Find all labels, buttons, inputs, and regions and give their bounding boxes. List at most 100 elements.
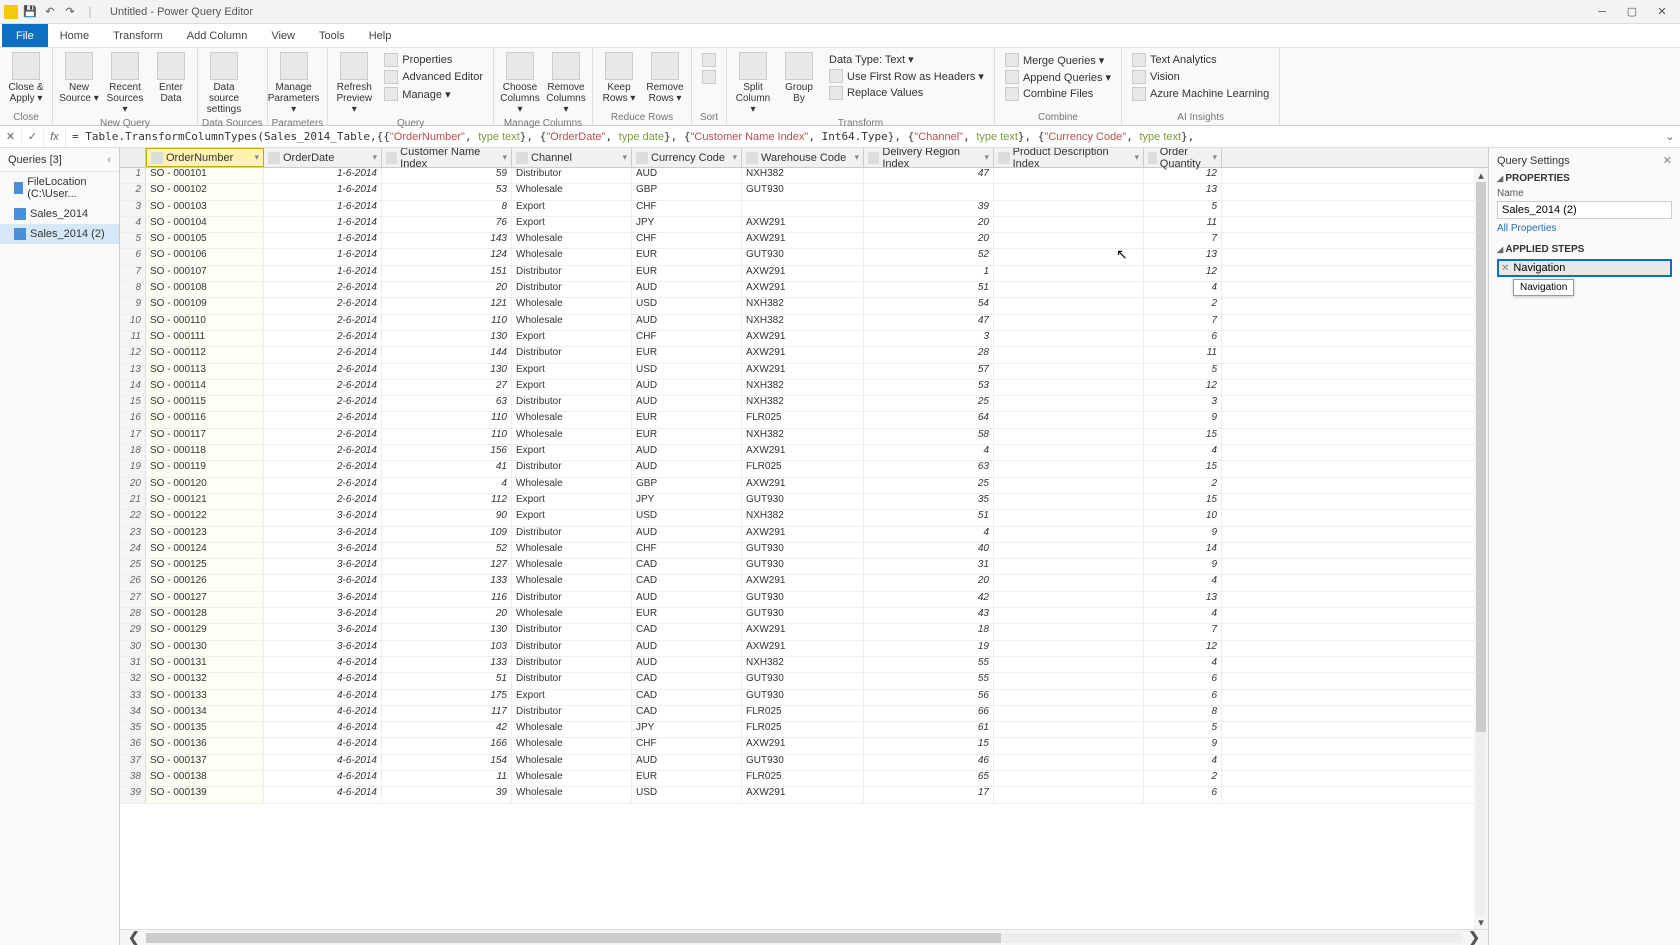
cell[interactable]: 12 <box>1144 168 1222 183</box>
formula-expand-icon[interactable]: ⌄ <box>1660 130 1680 143</box>
horizontal-scroll-thumb[interactable] <box>146 933 1002 943</box>
row-index[interactable]: 36 <box>120 738 146 753</box>
cell[interactable]: AUD <box>632 282 742 297</box>
cell[interactable]: AXW291 <box>742 347 864 362</box>
cell[interactable]: 133 <box>382 657 512 672</box>
cell[interactable]: CHF <box>632 331 742 346</box>
column-header[interactable]: Channel▾ <box>512 148 632 167</box>
cell[interactable]: SO - 000103 <box>146 201 264 216</box>
cell[interactable]: 42 <box>864 592 994 607</box>
cell[interactable]: 3-6-2014 <box>264 575 382 590</box>
cell[interactable]: 11 <box>1144 217 1222 232</box>
table-row[interactable]: 27SO - 0001273-6-2014116DistributorAUDGU… <box>120 592 1488 608</box>
formula-cancel-icon[interactable]: ✕ <box>0 127 22 147</box>
cell[interactable]: SO - 000112 <box>146 347 264 362</box>
first-row-headers-button[interactable]: Use First Row as Headers ▾ <box>827 68 986 84</box>
cell[interactable]: SO - 000121 <box>146 494 264 509</box>
row-index[interactable]: 15 <box>120 396 146 411</box>
cell[interactable]: Export <box>512 445 632 460</box>
cell[interactable]: 2-6-2014 <box>264 478 382 493</box>
cell[interactable]: GUT930 <box>742 755 864 770</box>
split-column-button[interactable]: Split Column ▾ <box>731 50 775 117</box>
cell[interactable]: Wholesale <box>512 478 632 493</box>
cell[interactable]: SO - 000119 <box>146 461 264 476</box>
cell[interactable]: AUD <box>632 641 742 656</box>
cell[interactable]: AUD <box>632 445 742 460</box>
cell[interactable]: 133 <box>382 575 512 590</box>
cell[interactable]: 4 <box>382 478 512 493</box>
cell[interactable]: AUD <box>632 755 742 770</box>
scroll-left-icon[interactable]: ❮ <box>128 929 140 945</box>
table-row[interactable]: 3SO - 0001031-6-20148ExportCHF395 <box>120 201 1488 217</box>
cell[interactable]: 51 <box>382 673 512 688</box>
cell[interactable]: CHF <box>632 201 742 216</box>
cell[interactable]: Distributor <box>512 282 632 297</box>
sort-asc-button[interactable] <box>700 52 718 68</box>
file-tab[interactable]: File <box>2 24 48 47</box>
column-filter-icon[interactable]: ▾ <box>502 152 507 163</box>
formula-accept-icon[interactable]: ✓ <box>22 127 44 147</box>
cell[interactable]: 116 <box>382 592 512 607</box>
row-index[interactable]: 16 <box>120 412 146 427</box>
merge-queries-button[interactable]: Merge Queries ▾ <box>1003 52 1113 68</box>
cell[interactable]: SO - 000105 <box>146 233 264 248</box>
cell[interactable]: 7 <box>1144 315 1222 330</box>
cell[interactable] <box>994 184 1144 199</box>
cell[interactable]: 40 <box>864 543 994 558</box>
cell[interactable] <box>994 282 1144 297</box>
cell[interactable]: 57 <box>864 364 994 379</box>
cell[interactable]: 2 <box>1144 478 1222 493</box>
choose-columns-button[interactable]: Choose Columns ▾ <box>498 50 542 117</box>
row-index[interactable]: 12 <box>120 347 146 362</box>
view-tab[interactable]: View <box>259 26 307 46</box>
cell[interactable]: 166 <box>382 738 512 753</box>
cell[interactable]: JPY <box>632 494 742 509</box>
row-index[interactable]: 22 <box>120 510 146 525</box>
cell[interactable]: AUD <box>632 315 742 330</box>
cell[interactable] <box>994 461 1144 476</box>
type-icon[interactable] <box>636 152 648 164</box>
cell[interactable]: 8 <box>382 201 512 216</box>
cell[interactable]: SO - 000102 <box>146 184 264 199</box>
properties-button[interactable]: Properties <box>382 52 485 68</box>
cell[interactable]: Export <box>512 494 632 509</box>
cell[interactable]: AXW291 <box>742 217 864 232</box>
cell[interactable]: Wholesale <box>512 787 632 802</box>
cell[interactable]: 12 <box>1144 266 1222 281</box>
cell[interactable] <box>994 266 1144 281</box>
cell[interactable]: Export <box>512 690 632 705</box>
table-row[interactable]: 38SO - 0001384-6-201411WholesaleEURFLR02… <box>120 771 1488 787</box>
table-row[interactable]: 23SO - 0001233-6-2014109DistributorAUDAX… <box>120 527 1488 543</box>
cell[interactable] <box>864 184 994 199</box>
table-row[interactable]: 11SO - 0001112-6-2014130ExportCHFAXW2913… <box>120 331 1488 347</box>
row-index[interactable]: 35 <box>120 722 146 737</box>
cell[interactable]: 52 <box>382 543 512 558</box>
cell[interactable]: 2-6-2014 <box>264 412 382 427</box>
cell[interactable]: 7 <box>1144 233 1222 248</box>
table-row[interactable]: 9SO - 0001092-6-2014121WholesaleUSDNXH38… <box>120 298 1488 314</box>
cell[interactable]: 39 <box>382 787 512 802</box>
cell[interactable]: SO - 000136 <box>146 738 264 753</box>
cell[interactable]: SO - 000138 <box>146 771 264 786</box>
cell[interactable]: 2-6-2014 <box>264 494 382 509</box>
cell[interactable]: 4-6-2014 <box>264 657 382 672</box>
cell[interactable]: 46 <box>864 755 994 770</box>
cell[interactable]: 4-6-2014 <box>264 690 382 705</box>
cell[interactable]: Wholesale <box>512 429 632 444</box>
table-row[interactable]: 5SO - 0001051-6-2014143WholesaleCHFAXW29… <box>120 233 1488 249</box>
cell[interactable] <box>994 559 1144 574</box>
cell[interactable]: 4 <box>1144 657 1222 672</box>
cell[interactable]: 19 <box>864 641 994 656</box>
fx-icon[interactable]: fx <box>44 127 66 147</box>
azure-ml-button[interactable]: Azure Machine Learning <box>1130 86 1271 102</box>
advanced-editor-button[interactable]: Advanced Editor <box>382 69 485 85</box>
table-row[interactable]: 4SO - 0001041-6-201476ExportJPYAXW291201… <box>120 217 1488 233</box>
column-filter-icon[interactable]: ▾ <box>854 152 859 163</box>
table-row[interactable]: 24SO - 0001243-6-201452WholesaleCHFGUT93… <box>120 543 1488 559</box>
redo-icon[interactable]: ↷ <box>62 4 78 20</box>
cell[interactable]: 4 <box>1144 608 1222 623</box>
row-index[interactable]: 27 <box>120 592 146 607</box>
cell[interactable]: 53 <box>382 184 512 199</box>
cell[interactable] <box>994 641 1144 656</box>
cell[interactable]: SO - 000132 <box>146 673 264 688</box>
